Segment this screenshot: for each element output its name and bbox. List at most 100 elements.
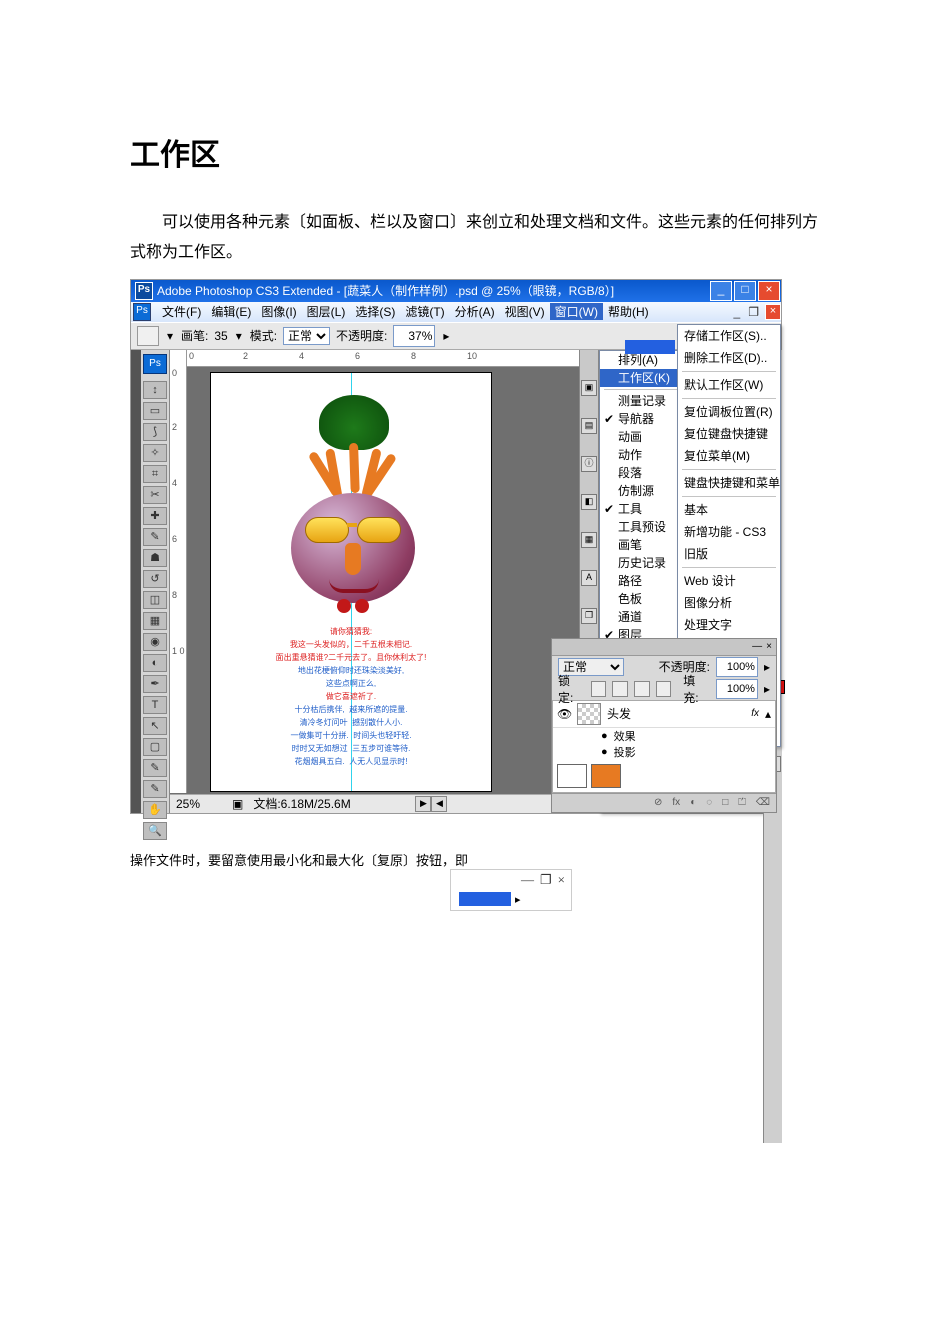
- submenu-new-cs3[interactable]: 新增功能 - CS3: [678, 521, 780, 543]
- dock-info-icon[interactable]: ⓘ: [581, 456, 597, 472]
- submenu-type[interactable]: 处理文字: [678, 614, 780, 636]
- doc-close-button[interactable]: ×: [765, 304, 781, 320]
- menu-analysis[interactable]: 分析(A): [450, 303, 500, 320]
- dock-histogram-icon[interactable]: ▤: [581, 418, 597, 434]
- opacity-arrow-icon[interactable]: ▸: [764, 660, 770, 674]
- doc-restore-button[interactable]: ❐: [744, 305, 763, 319]
- add-mask-icon[interactable]: ◐: [690, 797, 696, 808]
- gradient-tool[interactable]: ▦: [143, 612, 167, 630]
- layer-thumbnail[interactable]: [557, 764, 587, 788]
- fx-collapse-icon[interactable]: ▴: [765, 707, 771, 721]
- lock-transparency-icon[interactable]: [591, 681, 607, 697]
- submenu-legacy[interactable]: 旧版: [678, 543, 780, 565]
- window-minimize-button[interactable]: _: [710, 281, 732, 301]
- opacity-arrow-icon[interactable]: ▸: [441, 329, 451, 343]
- move-tool[interactable]: ↕: [143, 381, 167, 399]
- dock-swatches-icon[interactable]: ▦: [581, 532, 597, 548]
- lasso-tool[interactable]: ⟆: [143, 423, 167, 441]
- scroll-left-icon[interactable]: ◀: [431, 796, 447, 812]
- dodge-tool[interactable]: ◐: [143, 654, 167, 672]
- fill-arrow-icon[interactable]: ▸: [764, 682, 770, 696]
- zoom-tool[interactable]: 🔍: [143, 822, 167, 840]
- eyedropper-tool[interactable]: ✎: [143, 780, 167, 798]
- menu-image[interactable]: 图像(I): [256, 303, 301, 320]
- hscrollbar[interactable]: ▶ ◀ ▶: [361, 796, 573, 812]
- layer-name[interactable]: 头发: [607, 705, 631, 722]
- slice-tool[interactable]: ✂: [143, 486, 167, 504]
- lock-all-icon[interactable]: [656, 681, 672, 697]
- doc-close-icon[interactable]: ×: [558, 872, 565, 888]
- lock-pixels-icon[interactable]: [612, 681, 628, 697]
- menu-layer[interactable]: 图层(L): [302, 303, 351, 320]
- visibility-eye-icon[interactable]: 👁: [557, 707, 571, 721]
- submenu-arrow-icon[interactable]: ▸: [515, 893, 521, 906]
- add-fx-icon[interactable]: fx: [672, 797, 680, 808]
- window-close-button[interactable]: ×: [758, 281, 780, 301]
- blur-tool[interactable]: ◉: [143, 633, 167, 651]
- layer-row[interactable]: 👁 头发 fx ▴: [553, 701, 775, 728]
- left-dock-strip[interactable]: [131, 350, 141, 813]
- doc-minimize-icon[interactable]: —: [521, 872, 534, 888]
- heal-tool[interactable]: ✚: [143, 507, 167, 525]
- link-layers-icon[interactable]: ⊘: [654, 797, 662, 808]
- shape-tool[interactable]: ▢: [143, 738, 167, 756]
- layer-dropshadow-row[interactable]: ●投影: [553, 744, 775, 760]
- hand-tool[interactable]: ✋: [143, 801, 167, 819]
- brush-tool[interactable]: ✎: [143, 528, 167, 546]
- brush-size-value[interactable]: 35: [214, 329, 227, 343]
- submenu-reset-palettes[interactable]: 复位调板位置(R): [678, 401, 780, 423]
- dock-styles-icon[interactable]: A: [581, 570, 597, 586]
- menu-select[interactable]: 选择(S): [350, 303, 400, 320]
- history-brush-tool[interactable]: ↺: [143, 570, 167, 588]
- crop-tool[interactable]: ⌗: [143, 465, 167, 483]
- stamp-tool[interactable]: ☗: [143, 549, 167, 567]
- dock-layers-icon[interactable]: ❐: [581, 608, 597, 624]
- submenu-delete-workspace[interactable]: 删除工作区(D)..: [678, 347, 780, 369]
- eraser-tool[interactable]: ◫: [143, 591, 167, 609]
- layer-thumbnail[interactable]: [577, 703, 601, 725]
- submenu-kb-and-menus[interactable]: 键盘快捷键和菜单: [678, 472, 780, 494]
- new-layer-icon[interactable]: ⏍: [738, 797, 746, 808]
- submenu-reset-shortcuts[interactable]: 复位键盘快捷键: [678, 423, 780, 445]
- submenu-image-analysis[interactable]: 图像分析: [678, 592, 780, 614]
- layer-fx-badge[interactable]: fx: [751, 708, 759, 719]
- layer-opacity-input[interactable]: [716, 657, 758, 677]
- window-maximize-button[interactable]: □: [734, 281, 756, 301]
- panel-close-icon[interactable]: ×: [766, 641, 772, 652]
- tool-preset-dropdown-icon[interactable]: ▾: [165, 329, 175, 343]
- fill-input[interactable]: [716, 679, 758, 699]
- canvas-info-icon[interactable]: ▣: [232, 797, 243, 811]
- type-tool[interactable]: T: [143, 696, 167, 714]
- menu-filter[interactable]: 滤镜(T): [400, 303, 449, 320]
- panel-minimize-icon[interactable]: —: [752, 641, 762, 652]
- submenu-web[interactable]: Web 设计: [678, 570, 780, 592]
- new-adjustment-icon[interactable]: ◌: [706, 797, 712, 808]
- scroll-right-icon[interactable]: ▶: [415, 796, 431, 812]
- new-group-icon[interactable]: □: [722, 797, 728, 808]
- delete-layer-icon[interactable]: ⌫: [756, 797, 770, 808]
- lock-position-icon[interactable]: [634, 681, 650, 697]
- layer-thumbnail[interactable]: [591, 764, 621, 788]
- tool-preset-icon[interactable]: [137, 326, 159, 346]
- menu-edit[interactable]: 编辑(E): [206, 303, 256, 320]
- submenu-reset-menus[interactable]: 复位菜单(M): [678, 445, 780, 467]
- dock-color-icon[interactable]: ◧: [581, 494, 597, 510]
- menu-window[interactable]: 窗口(W): [550, 303, 603, 320]
- brush-dropdown-icon[interactable]: ▾: [234, 329, 244, 343]
- submenu-basic[interactable]: 基本: [678, 499, 780, 521]
- blend-mode-select[interactable]: 正常: [283, 327, 330, 345]
- submenu-save-workspace[interactable]: 存储工作区(S)..: [678, 325, 780, 347]
- menu-file[interactable]: 文件(F): [157, 303, 206, 320]
- wand-tool[interactable]: ✧: [143, 444, 167, 462]
- menu-help[interactable]: 帮助(H): [603, 303, 654, 320]
- zoom-readout[interactable]: 25%: [176, 797, 222, 811]
- doc-restore-icon[interactable]: ❐: [540, 872, 552, 888]
- doc-minimize-button[interactable]: _: [730, 305, 745, 319]
- submenu-default-workspace[interactable]: 默认工作区(W): [678, 374, 780, 396]
- dock-navigator-icon[interactable]: ▣: [581, 380, 597, 396]
- notes-tool[interactable]: ✎: [143, 759, 167, 777]
- pen-tool[interactable]: ✒: [143, 675, 167, 693]
- panel-titlebar[interactable]: —×: [552, 639, 776, 656]
- marquee-tool[interactable]: ▭: [143, 402, 167, 420]
- document-canvas[interactable]: 请你猜猜我: 我这一头发似的，二千五根未相记. 面出重悬猜谁?二千元去了。且你休…: [210, 372, 492, 792]
